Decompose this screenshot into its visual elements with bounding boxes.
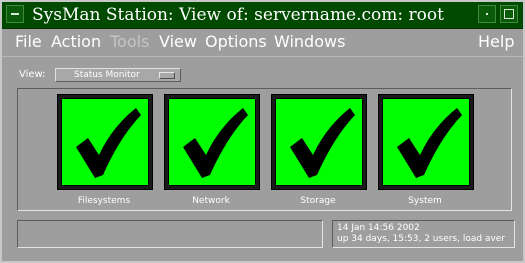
storage-status-indicator bbox=[275, 98, 363, 186]
menu-action[interactable]: Action bbox=[51, 31, 101, 53]
view-label: View: bbox=[19, 69, 46, 80]
menu-view[interactable]: View bbox=[159, 31, 197, 53]
menu-file[interactable]: File bbox=[15, 31, 42, 53]
network-label: Network bbox=[192, 196, 230, 206]
network-monitor-button[interactable] bbox=[164, 94, 260, 190]
network-status-indicator bbox=[168, 98, 256, 186]
title-bar[interactable]: SysMan Station: View of: servername.com:… bbox=[2, 2, 523, 29]
view-selected-value: Status Monitor bbox=[74, 70, 140, 80]
system-status-indicator bbox=[382, 98, 470, 186]
checkmark-icon bbox=[76, 108, 141, 178]
status-monitor-panel bbox=[17, 88, 512, 211]
minimize-button[interactable] bbox=[478, 5, 496, 23]
system-info-area: 14 Jan 14:56 2002 up 34 days, 15:53, 2 u… bbox=[332, 220, 515, 248]
sysman-window: SysMan Station: View of: servername.com:… bbox=[0, 0, 525, 263]
option-menu-indicator-icon bbox=[159, 72, 175, 79]
storage-monitor-button[interactable] bbox=[271, 94, 367, 190]
window-menu-icon bbox=[11, 13, 19, 15]
filesystems-status-indicator bbox=[61, 98, 149, 186]
filesystems-monitor-button[interactable] bbox=[57, 94, 153, 190]
storage-label: Storage bbox=[300, 196, 336, 206]
checkmark-icon bbox=[183, 108, 248, 178]
menu-options[interactable]: Options bbox=[205, 31, 267, 53]
menu-help[interactable]: Help bbox=[478, 31, 514, 53]
minimize-icon bbox=[486, 13, 488, 15]
maximize-icon bbox=[504, 9, 514, 19]
system-label: System bbox=[408, 196, 442, 206]
status-uptime: up 34 days, 15:53, 2 users, load aver bbox=[337, 234, 506, 244]
window-menu-button[interactable] bbox=[6, 5, 24, 23]
window-title: SysMan Station: View of: servername.com:… bbox=[32, 5, 444, 25]
filesystems-label: Filesystems bbox=[77, 196, 131, 206]
checkmark-icon bbox=[290, 108, 355, 178]
status-message-area bbox=[17, 220, 323, 248]
view-option-menu[interactable]: Status Monitor bbox=[55, 68, 181, 82]
system-monitor-button[interactable] bbox=[378, 94, 474, 190]
checkmark-icon bbox=[397, 108, 462, 178]
maximize-button[interactable] bbox=[500, 5, 518, 23]
menu-bar: File Action Tools View Options Windows H… bbox=[2, 29, 523, 57]
status-timestamp: 14 Jan 14:56 2002 bbox=[337, 223, 420, 233]
menu-windows[interactable]: Windows bbox=[274, 31, 345, 53]
menu-tools[interactable]: Tools bbox=[110, 31, 149, 53]
